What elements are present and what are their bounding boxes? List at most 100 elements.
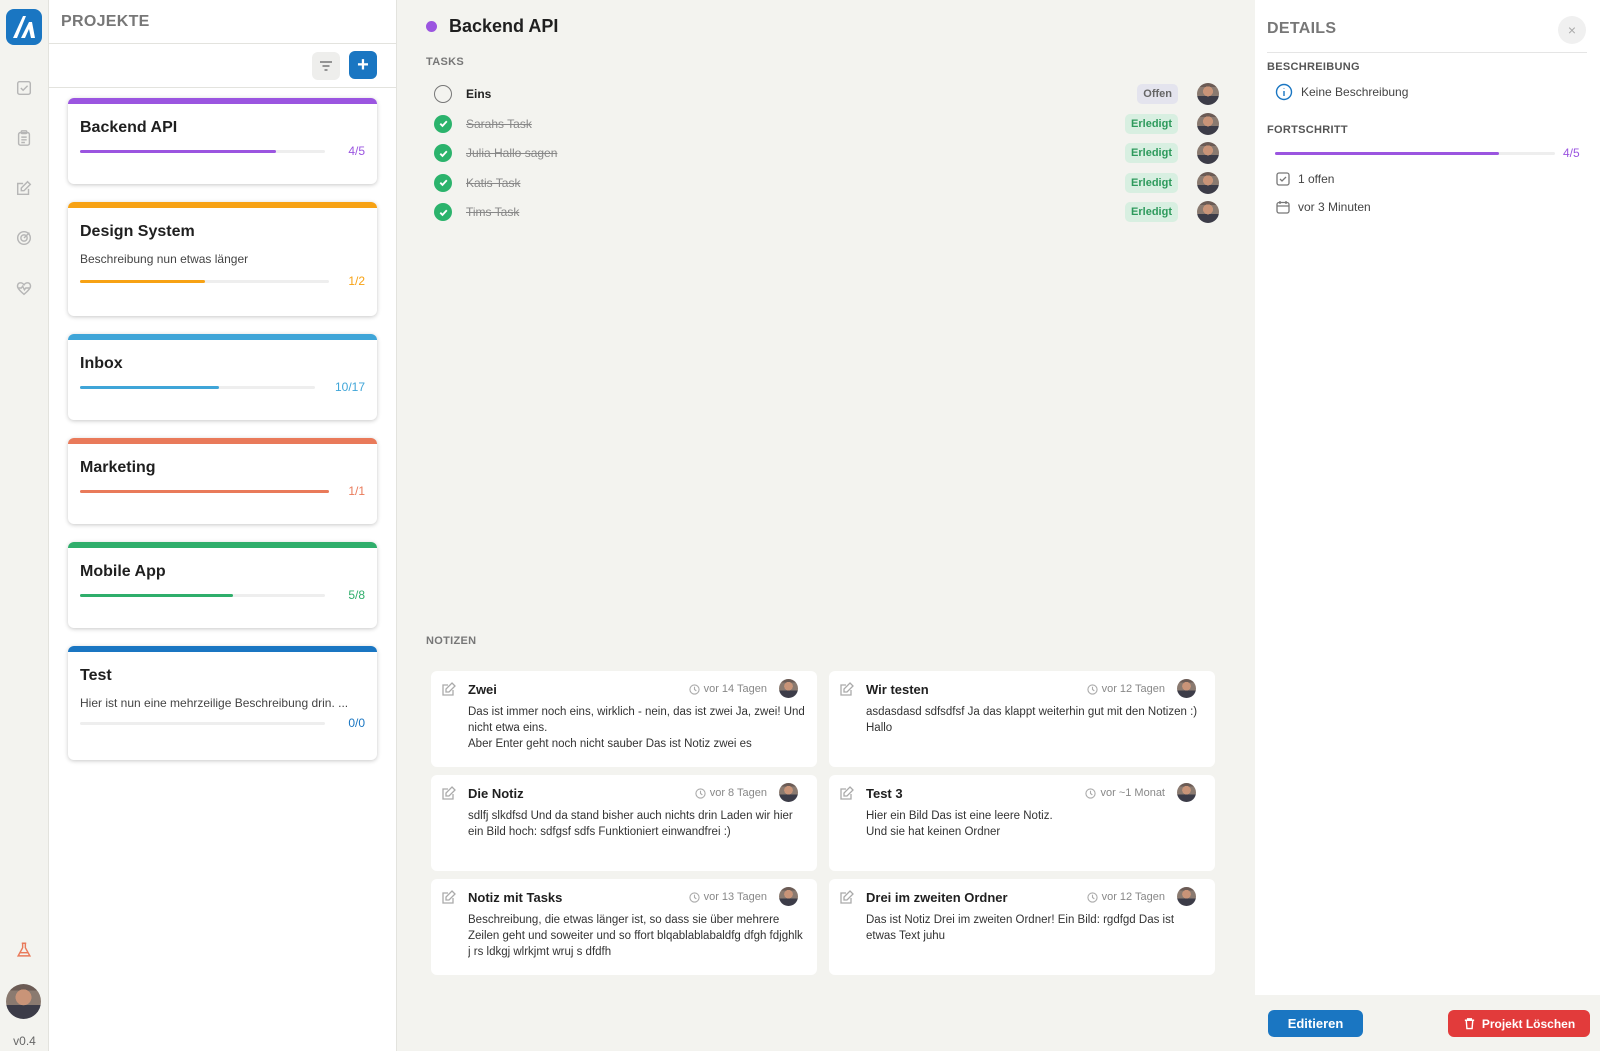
task-row[interactable]: Tims Task Erledigt — [426, 197, 1221, 227]
note-time-text: vor 12 Tagen — [1101, 683, 1165, 695]
task-name: Tims Task — [466, 205, 520, 219]
project-card[interactable]: Backend API 4/5 — [68, 98, 377, 184]
task-row[interactable]: Katis Task Erledigt — [426, 168, 1221, 198]
details-footer: Editieren Projekt Löschen — [1255, 995, 1600, 1051]
details-progress-fill — [1275, 152, 1499, 155]
note-card[interactable]: Notiz mit Tasks vor 13 Tagen Beschreibung,… — [431, 879, 817, 975]
project-color-bar — [68, 98, 377, 104]
note-card[interactable]: Zwei vor 14 Tagen Das ist immer noch eins,… — [431, 671, 817, 767]
task-row[interactable]: Julia Hallo sagen Erledigt — [426, 138, 1221, 168]
close-icon: × — [1567, 22, 1577, 38]
add-project-button[interactable]: + — [349, 51, 377, 79]
task-row[interactable]: Sarahs Task Erledigt — [426, 109, 1221, 139]
project-color-bar — [68, 334, 377, 340]
app-logo[interactable] — [6, 9, 42, 45]
clock-icon — [1085, 787, 1097, 799]
project-progress-count: 4/5 — [348, 144, 365, 158]
divider — [1267, 52, 1587, 53]
note-time-text: vor 8 Tagen — [709, 787, 767, 799]
task-done-checkbox[interactable] — [434, 114, 452, 133]
tasks-icon[interactable] — [14, 78, 34, 98]
task-open-checkbox[interactable] — [434, 85, 452, 103]
edit-button[interactable]: Editieren — [1268, 1010, 1363, 1037]
progress-label: FORTSCHRITT — [1267, 124, 1348, 136]
note-icon — [442, 890, 456, 904]
project-card[interactable]: Marketing 1/1 — [68, 438, 377, 524]
user-avatar[interactable] — [6, 984, 41, 1019]
note-icon — [442, 786, 456, 800]
note-time: vor 14 Tagen — [688, 683, 767, 695]
note-author-avatar — [1177, 783, 1196, 802]
health-icon[interactable] — [14, 278, 34, 298]
project-description: Beschreibung nun etwas länger — [80, 252, 249, 266]
task-done-checkbox[interactable] — [434, 144, 452, 162]
note-time-text: vor ~1 Monat — [1100, 787, 1165, 799]
details-progress-count: 4/5 — [1563, 146, 1580, 160]
project-name: Marketing — [80, 459, 156, 476]
note-card[interactable]: Wir testen vor 12 Tagen asdasdasd sdfsdfsf… — [829, 671, 1215, 767]
note-author-avatar — [779, 887, 798, 906]
close-button[interactable]: × — [1558, 16, 1586, 44]
task-done-checkbox[interactable] — [434, 203, 452, 221]
clock-icon — [1086, 683, 1098, 695]
task-name: Sarahs Task — [466, 116, 532, 131]
created-row: vor 3 Minuten — [1276, 200, 1371, 214]
note-card[interactable]: Drei im zweiten Ordner vor 12 Tagen Das is… — [829, 879, 1215, 975]
project-name: Mobile App — [80, 563, 166, 580]
note-body: asdasdasd sdfsdfsf Ja das klappt weiterh… — [866, 706, 1198, 734]
project-progress-fill — [80, 280, 205, 283]
delete-project-button[interactable]: Projekt Löschen — [1448, 1010, 1590, 1037]
note-card[interactable]: Test 3 vor ~1 Monat Hier ein Bild Das ist … — [829, 775, 1215, 871]
description-label: BESCHREIBUNG — [1267, 61, 1360, 73]
project-progress-count: 5/8 — [348, 588, 365, 602]
filter-button[interactable] — [312, 52, 340, 80]
project-progress-track — [80, 150, 325, 153]
flask-icon[interactable] — [14, 940, 34, 960]
note-time-text: vor 14 Tagen — [703, 683, 767, 695]
project-card[interactable]: Mobile App 5/8 — [68, 542, 377, 628]
task-status-badge: Erledigt — [1125, 202, 1178, 222]
task-assignee-avatar[interactable] — [1197, 112, 1219, 135]
task-assignee-avatar[interactable] — [1197, 201, 1219, 223]
clipboard-icon[interactable] — [14, 128, 34, 148]
project-card[interactable]: Inbox 10/17 — [68, 334, 377, 420]
description-value: Keine Beschreibung — [1301, 85, 1409, 99]
task-name: Katis Task — [466, 175, 521, 190]
clock-icon — [1086, 891, 1098, 903]
project-name: Inbox — [80, 355, 123, 372]
task-assignee-avatar[interactable] — [1197, 142, 1219, 164]
delete-project-label: Projekt Löschen — [1481, 1016, 1576, 1031]
task-row[interactable]: Eins Offen — [426, 79, 1221, 109]
task-assignee-avatar[interactable] — [1197, 171, 1219, 194]
clock-icon — [688, 683, 700, 695]
notes-section-label: NOTIZEN — [426, 635, 477, 647]
note-author-avatar — [779, 679, 798, 698]
note-icon — [840, 786, 854, 800]
note-time-text: vor 13 Tagen — [703, 891, 767, 903]
project-card[interactable]: Test Hier ist nun eine mehrzeilige Beschr… — [68, 646, 377, 760]
note-icon — [840, 682, 854, 696]
open-tasks-text: 1 offen — [1298, 172, 1335, 186]
note-title: Notiz mit Tasks — [468, 890, 563, 905]
note-body: Hier ein Bild Das ist eine leere Notiz. … — [866, 810, 1053, 838]
project-progress-count: 10/17 — [334, 380, 365, 394]
project-color-bar — [68, 542, 377, 548]
project-progress-fill — [80, 150, 276, 153]
project-progress-track — [80, 722, 325, 725]
focus-icon[interactable] — [14, 228, 34, 248]
task-assignee-avatar[interactable] — [1197, 83, 1219, 105]
task-status-badge: Erledigt — [1125, 143, 1178, 163]
note-title: Die Notiz — [468, 786, 524, 801]
note-title: Drei im zweiten Ordner — [866, 890, 1008, 905]
note-icon — [442, 682, 456, 696]
project-card[interactable]: Design System Beschreibung nun etwas läng… — [68, 202, 377, 316]
note-time: vor ~1 Monat — [1085, 787, 1165, 799]
notes-icon[interactable] — [14, 178, 34, 198]
note-title: Zwei — [468, 682, 497, 697]
task-done-checkbox[interactable] — [434, 173, 452, 192]
note-card[interactable]: Die Notiz vor 8 Tagen sdlfj slkdfsd Und da… — [431, 775, 817, 871]
details-panel: DETAILS × BESCHREIBUNG Keine Beschreibun… — [1255, 0, 1600, 1051]
note-title: Test 3 — [866, 786, 903, 801]
filter-icon — [320, 61, 332, 71]
note-body: Das ist immer noch eins, wirklich - nein… — [468, 706, 805, 750]
